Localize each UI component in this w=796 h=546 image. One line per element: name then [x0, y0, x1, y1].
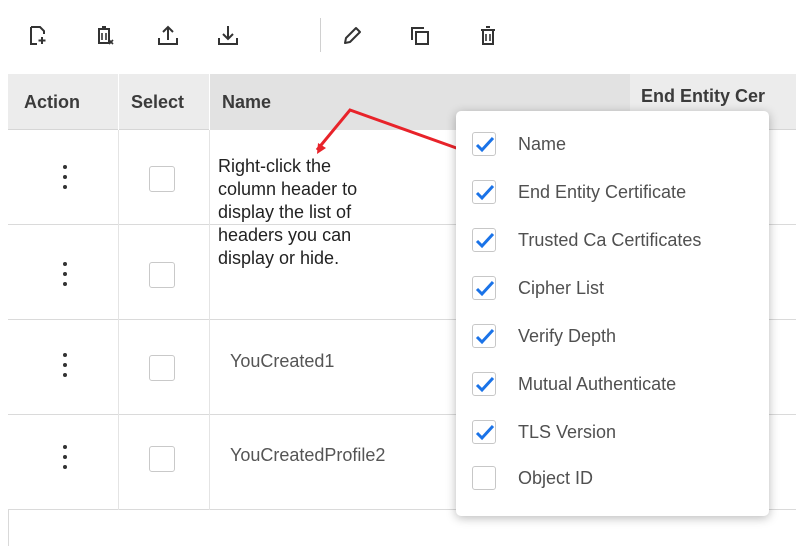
- menu-item-label: Cipher List: [518, 278, 605, 298]
- menu-item-label: TLS Version: [518, 422, 617, 442]
- menu-item-trusted-ca-certificates[interactable]: Trusted Ca Certificates: [456, 217, 769, 265]
- menu-item-label: End Entity Certificate: [518, 182, 687, 202]
- menu-item-label: Verify Depth: [518, 326, 617, 346]
- checkbox-checked[interactable]: [472, 420, 496, 444]
- checkbox-checked[interactable]: [472, 276, 496, 300]
- menu-item-label: Name: [518, 134, 567, 154]
- checkbox-checked[interactable]: [472, 132, 496, 156]
- checkbox-checked[interactable]: [472, 228, 496, 252]
- checkbox-checked[interactable]: [472, 180, 496, 204]
- menu-item-label: Object ID: [518, 468, 594, 488]
- checkbox-unchecked[interactable]: [472, 466, 496, 490]
- checkbox-checked[interactable]: [472, 372, 496, 396]
- menu-item-label: Mutual Authenticate: [518, 374, 677, 394]
- menu-item-verify-depth[interactable]: Verify Depth: [456, 313, 769, 361]
- column-visibility-menu: Name End Entity Certificate Trusted Ca C…: [456, 111, 769, 516]
- menu-item-object-id[interactable]: Object ID: [456, 455, 769, 503]
- menu-item-label: Trusted Ca Certificates: [518, 230, 702, 250]
- menu-item-end-entity-certificate[interactable]: End Entity Certificate: [456, 169, 769, 217]
- menu-item-name[interactable]: Name: [456, 121, 769, 169]
- menu-item-cipher-list[interactable]: Cipher List: [456, 265, 769, 313]
- checkbox-checked[interactable]: [472, 324, 496, 348]
- menu-item-tls-version[interactable]: TLS Version: [456, 409, 769, 457]
- menu-item-mutual-authenticate[interactable]: Mutual Authenticate: [456, 361, 769, 409]
